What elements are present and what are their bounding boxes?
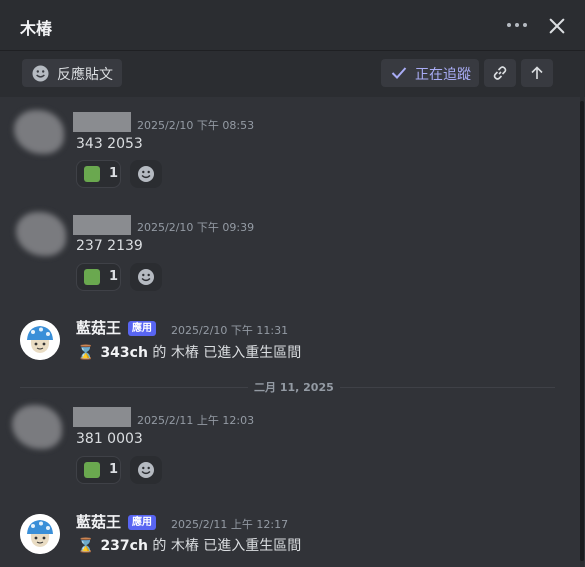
smile-icon [32,65,49,86]
react-to-post-label: 反應貼文 [57,67,113,83]
mushroom-avatar-icon [20,514,60,554]
message-timestamp: 2025/2/11 上午 12:03 [137,414,255,427]
avatar[interactable] [12,405,62,449]
add-reaction-button[interactable] [130,263,162,291]
thread-title: 木椿 [20,19,53,38]
message-timestamp: 2025/2/10 下午 08:53 [137,119,255,132]
green-square-emoji-icon [84,462,100,478]
app-badge: 應用 [128,515,156,530]
reaction-button[interactable]: 1 [76,456,121,484]
thread-toolbar: 反應貼文 正在追蹤 [0,51,585,97]
target-name: 木樁 [170,345,199,361]
smile-icon [138,269,154,285]
message-text: 已進入重生區間 [198,345,302,361]
reaction-count: 1 [109,269,119,284]
hourglass-icon: ⌛ [77,345,95,361]
message-content: ⌛ 237ch 的 木樁 已進入重生區間 [77,535,301,555]
message-content: 343 2053 [76,136,143,152]
thread-header: 木椿 [0,0,585,51]
green-square-emoji-icon [84,269,100,285]
date-divider-label: 二月 11, 2025 [248,379,340,395]
react-to-post-button[interactable]: 反應貼文 [22,59,122,87]
message-timestamp: 2025/2/10 下午 11:31 [171,324,289,337]
avatar[interactable] [20,320,60,360]
channel-number: 343ch [100,345,148,361]
username-redacted[interactable] [73,112,131,132]
channel-number: 237ch [100,538,148,554]
copy-link-button[interactable] [484,59,516,87]
mushroom-avatar-icon [20,320,60,360]
scrollbar-thumb[interactable] [580,101,584,561]
message-content: ⌛ 343ch 的 木樁 已進入重生區間 [77,342,301,362]
smile-icon [138,462,154,478]
avatar[interactable] [16,212,66,256]
username-redacted[interactable] [73,407,131,427]
smile-icon [138,166,154,182]
message-content: 381 0003 [76,431,143,447]
checkmark-icon [391,66,407,84]
hourglass-icon: ⌛ [77,538,95,554]
more-options-icon[interactable] [505,23,529,29]
following-label: 正在追蹤 [415,67,471,83]
message-content: 237 2139 [76,238,143,254]
avatar[interactable] [14,110,64,154]
avatar[interactable] [20,514,60,554]
message-timestamp: 2025/2/10 下午 09:39 [137,221,255,234]
username-redacted[interactable] [73,215,131,235]
message-timestamp: 2025/2/11 上午 12:17 [171,518,289,531]
reaction-button[interactable]: 1 [76,263,121,291]
reaction-button[interactable]: 1 [76,160,121,188]
reaction-count: 1 [109,462,119,477]
reaction-count: 1 [109,166,119,181]
message-text: 的 [147,538,171,554]
jump-to-top-button[interactable] [521,59,553,87]
app-badge: 應用 [128,321,156,336]
close-icon[interactable] [547,16,567,36]
message-text: 已進入重生區間 [198,538,302,554]
target-name: 木樁 [170,538,199,554]
username[interactable]: 藍菇王 [76,317,121,338]
add-reaction-button[interactable] [130,160,162,188]
following-button[interactable]: 正在追蹤 [381,59,479,87]
scrollbar[interactable] [580,97,584,567]
message-text: 的 [147,345,171,361]
green-square-emoji-icon [84,166,100,182]
add-reaction-button[interactable] [130,456,162,484]
username[interactable]: 藍菇王 [76,511,121,532]
